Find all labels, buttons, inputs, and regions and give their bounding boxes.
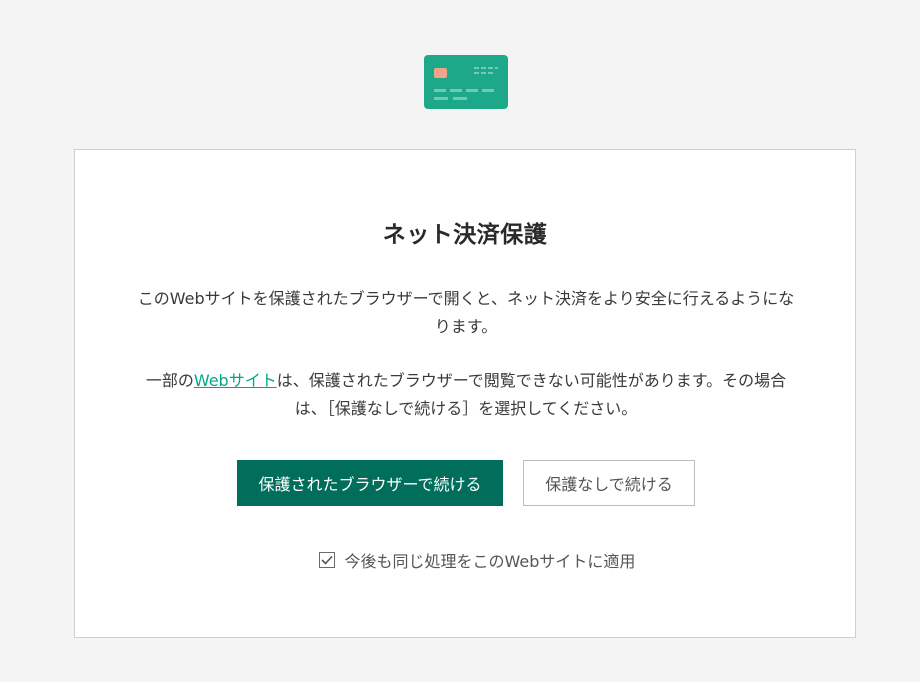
card-chip-icon [434,68,447,78]
continue-without-protection-button[interactable]: 保護なしで続ける [523,460,695,506]
apply-always-checkbox[interactable] [318,552,335,568]
apply-always-row[interactable]: 今後も同じ処理をこのWebサイトに適用 [75,548,855,572]
checkmark-icon [320,555,333,565]
website-link[interactable]: Webサイト [194,371,277,390]
continue-protected-browser-button[interactable]: 保護されたブラウザーで続ける [237,460,503,506]
payment-protection-dialog: ネット決済保護 このWebサイトを保護されたブラウザーで開くと、ネット決済をより… [74,149,856,638]
notice-text: 一部のWebサイトは、保護されたブラウザーで閲覧できない可能性があります。その場… [135,367,797,423]
apply-always-label: 今後も同じ処理をこのWebサイトに適用 [344,552,636,571]
dialog-title: ネット決済保護 [382,222,548,248]
description-text: このWebサイトを保護されたブラウザーで開くと、ネット決済をより安全に行えるよう… [137,289,795,336]
notice-text-after: は、保護されたブラウザーで閲覧できない可能性があります。その場合は、［保護なしで… [276,371,787,418]
credit-card-icon [424,55,508,109]
notice-text-before: 一部の [145,371,194,390]
